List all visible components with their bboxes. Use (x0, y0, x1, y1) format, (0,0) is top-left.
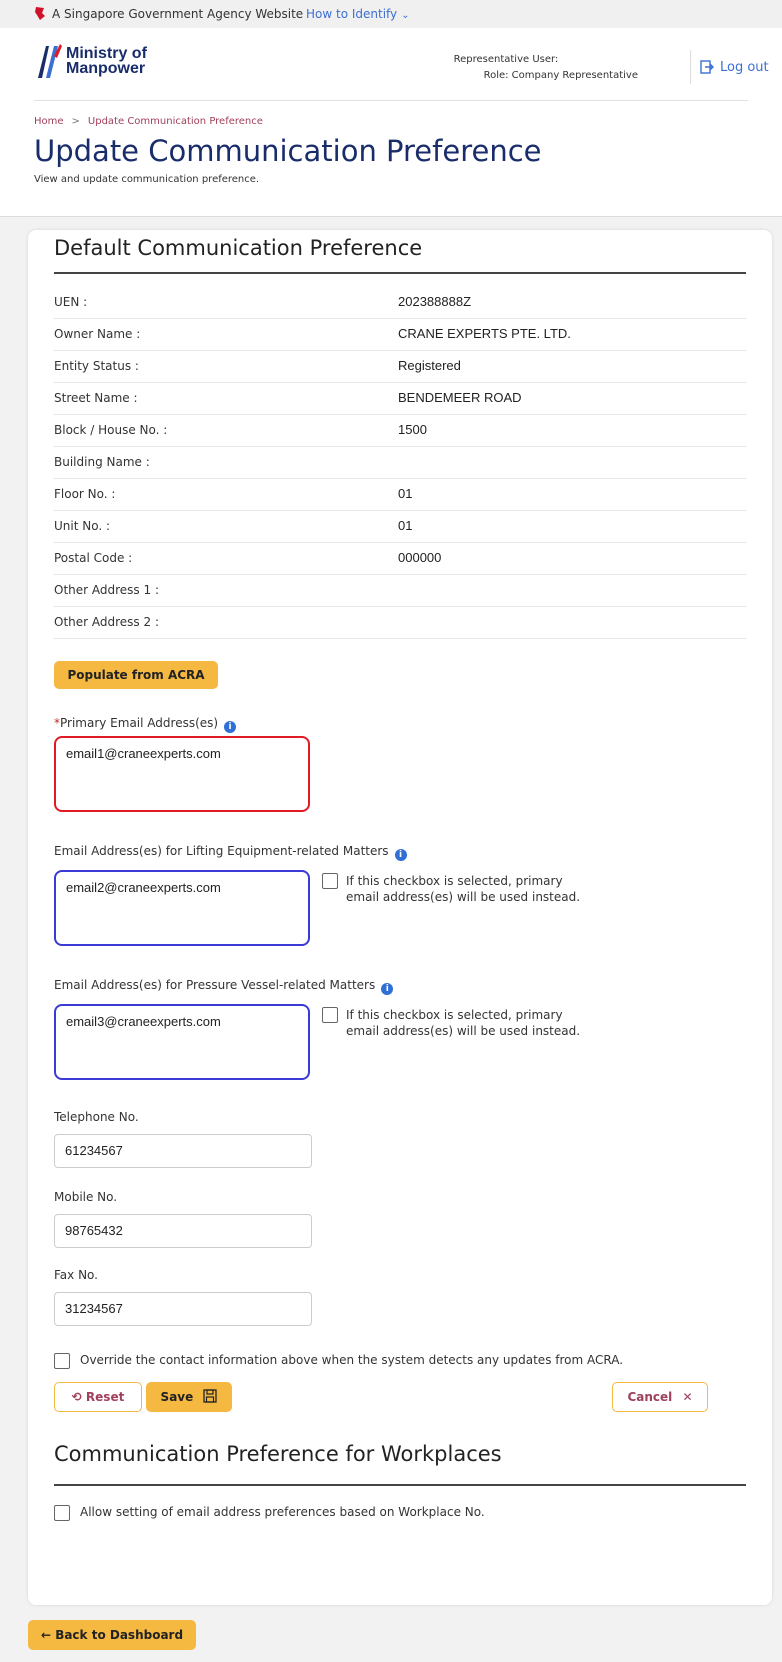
primary-email-input[interactable]: email1@craneexperts.com (54, 736, 310, 812)
section-divider (54, 272, 746, 274)
detail-row-postal-code: Postal Code :000000 (54, 542, 746, 575)
close-icon: ✕ (682, 1390, 693, 1404)
mobile-label: Mobile No. (54, 1190, 118, 1204)
breadcrumb-current: Update Communication Preference (87, 116, 263, 127)
checkbox-icon[interactable] (54, 1353, 70, 1369)
primary-email-label: *Primary Email Address(es) i (54, 716, 237, 733)
page-title: Update Communication Preference (34, 134, 542, 168)
header-divider (34, 100, 748, 101)
arrow-left-icon: ← (40, 1628, 51, 1642)
cancel-button[interactable]: Cancel ✕ (612, 1382, 708, 1412)
detail-row-building-name: Building Name : (54, 446, 746, 479)
detail-row-uen: UEN :202388888Z (54, 286, 746, 319)
pressure-email-label: Email Address(es) for Pressure Vessel-re… (54, 978, 394, 995)
how-to-identify-link[interactable]: How to Identify ⌄ (306, 0, 410, 30)
mom-logo-text: Ministry of Manpower (66, 45, 147, 77)
pressure-email-input[interactable]: email3@craneexperts.com (54, 1004, 310, 1080)
gov-banner: A Singapore Government Agency Website Ho… (0, 0, 782, 28)
save-button[interactable]: Save (146, 1382, 232, 1412)
detail-row-other-address-1: Other Address 1 : (54, 574, 746, 607)
detail-row-block: Block / House No. :1500 (54, 414, 746, 447)
breadcrumb-home[interactable]: Home (34, 116, 64, 127)
checkbox-icon[interactable] (54, 1505, 70, 1521)
mobile-input[interactable]: 98765432 (54, 1214, 312, 1248)
populate-from-acra-button[interactable]: Populate from ACRA (54, 661, 218, 689)
info-icon[interactable]: i (381, 983, 394, 995)
detail-row-owner-name: Owner Name : CRANE EXPERTS PTE. LTD. (54, 318, 746, 351)
reset-icon: ⟲ (71, 1390, 82, 1404)
lifting-email-input[interactable]: email2@craneexperts.com (54, 870, 310, 946)
info-icon[interactable]: i (394, 849, 407, 861)
detail-row-other-address-2: Other Address 2 : (54, 606, 746, 639)
mom-logo-icon (38, 44, 62, 78)
section-divider (54, 1484, 746, 1486)
checkbox-icon[interactable] (322, 1007, 338, 1023)
breadcrumb: Home > Update Communication Preference (34, 116, 263, 127)
save-icon (203, 1389, 218, 1403)
logout-button[interactable]: Log out (700, 60, 769, 75)
detail-row-entity-status: Entity Status : Registered (54, 350, 746, 383)
lifting-email-label: Email Address(es) for Lifting Equipment-… (54, 844, 407, 861)
telephone-label: Telephone No. (54, 1110, 139, 1124)
singapore-lion-icon (35, 7, 45, 20)
telephone-input[interactable]: 61234567 (54, 1134, 312, 1168)
page-subtitle: View and update communication preference… (34, 174, 260, 185)
page-header: Ministry of Manpower Representative User… (0, 28, 782, 217)
checkbox-icon[interactable] (322, 873, 338, 889)
detail-row-unit: Unit No. :01 (54, 510, 746, 543)
info-icon[interactable]: i (224, 721, 237, 733)
back-to-dashboard-button[interactable]: ← Back to Dashboard (28, 1620, 196, 1650)
preference-card: Default Communication Preference UEN :20… (28, 230, 772, 1605)
reset-button[interactable]: ⟲ Reset (54, 1382, 142, 1412)
gov-banner-text: A Singapore Government Agency Website (52, 7, 304, 21)
section-title-default: Default Communication Preference (54, 236, 423, 260)
header-divider-vertical (690, 50, 691, 84)
logout-icon (700, 60, 714, 74)
detail-row-street-name: Street Name : BENDEMEER ROAD (54, 382, 746, 415)
fax-label: Fax No. (54, 1268, 98, 1282)
fax-input[interactable]: 31234567 (54, 1292, 312, 1326)
chevron-right-icon: > (71, 116, 80, 127)
chevron-down-icon: ⌄ (401, 10, 410, 21)
detail-row-floor: Floor No. :01 (54, 478, 746, 511)
section-title-workplaces: Communication Preference for Workplaces (54, 1442, 502, 1466)
user-info: Representative User: Role: Company Repre… (453, 54, 638, 81)
